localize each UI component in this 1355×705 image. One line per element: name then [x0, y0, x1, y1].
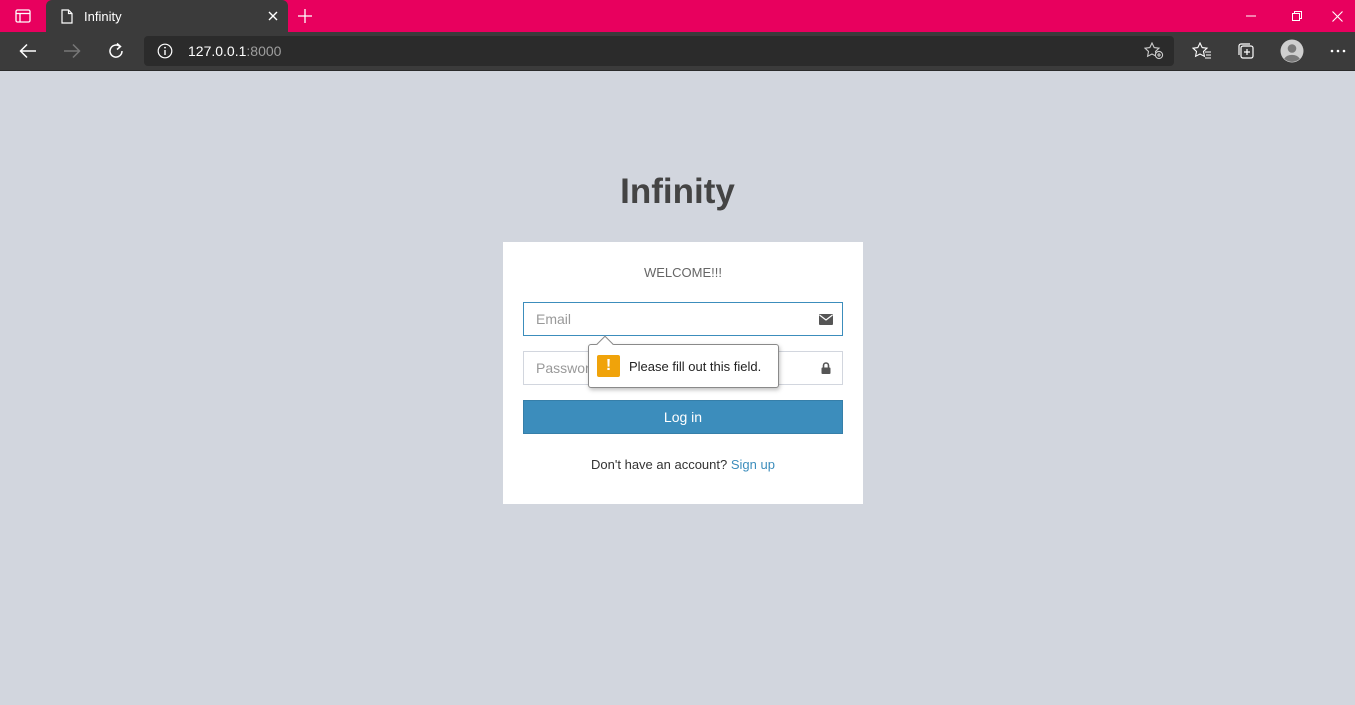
refresh-button[interactable] — [99, 35, 133, 67]
minimize-button[interactable] — [1228, 0, 1274, 32]
validation-tooltip: ! Please fill out this field. — [588, 335, 779, 388]
active-tab[interactable]: Infinity — [46, 0, 288, 32]
plus-icon — [298, 9, 312, 23]
favorites-button[interactable] — [1185, 35, 1219, 67]
close-tab-button[interactable] — [258, 0, 288, 32]
page-icon — [60, 8, 74, 24]
refresh-icon — [109, 42, 123, 58]
restore-icon — [1292, 11, 1302, 21]
url-text: 127.0.0.1:8000 — [188, 43, 281, 59]
signup-prompt: Don't have an account? Sign up — [503, 457, 863, 472]
collections-icon — [1238, 43, 1254, 59]
collections-button[interactable] — [1229, 35, 1263, 67]
profile-button[interactable] — [1275, 35, 1309, 67]
validation-message: Please fill out this field. — [629, 359, 762, 374]
browser-titlebar: Infinity — [0, 0, 1355, 32]
add-favorite-button[interactable] — [1140, 39, 1168, 63]
login-button[interactable]: Log in — [523, 400, 843, 434]
email-input[interactable] — [524, 303, 842, 335]
forward-button[interactable] — [55, 35, 89, 67]
add-favorite-icon — [1144, 42, 1164, 60]
url-port: :8000 — [246, 43, 282, 59]
back-button[interactable] — [11, 35, 45, 67]
tab-actions-icon — [15, 9, 31, 23]
more-button[interactable] — [1321, 35, 1355, 67]
address-bar[interactable]: 127.0.0.1:8000 — [144, 36, 1174, 66]
url-host: 127.0.0.1 — [188, 43, 247, 59]
browser-toolbar: 127.0.0.1:8000 — [0, 32, 1355, 71]
app-logo: Infinity — [620, 172, 735, 211]
profile-icon — [1280, 39, 1304, 63]
close-icon — [1332, 10, 1343, 22]
more-icon — [1330, 49, 1346, 53]
close-window-button[interactable] — [1320, 0, 1355, 32]
signup-link[interactable]: Sign up — [731, 457, 775, 472]
email-field — [523, 302, 843, 336]
tab-title: Infinity — [84, 8, 122, 24]
info-icon[interactable] — [156, 42, 174, 60]
close-icon — [268, 11, 278, 21]
favorites-icon — [1192, 42, 1211, 59]
tab-actions-button[interactable] — [0, 0, 46, 32]
new-tab-button[interactable] — [292, 4, 318, 28]
signup-prompt-text: Don't have an account? — [591, 457, 728, 472]
back-arrow-icon — [19, 43, 36, 59]
warning-icon: ! — [597, 355, 620, 377]
envelope-icon — [818, 312, 834, 326]
forward-arrow-icon — [64, 43, 81, 59]
welcome-message: WELCOME!!! — [643, 265, 722, 280]
restore-button[interactable] — [1274, 0, 1320, 32]
minimize-icon — [1246, 15, 1256, 17]
lock-icon — [818, 361, 834, 375]
